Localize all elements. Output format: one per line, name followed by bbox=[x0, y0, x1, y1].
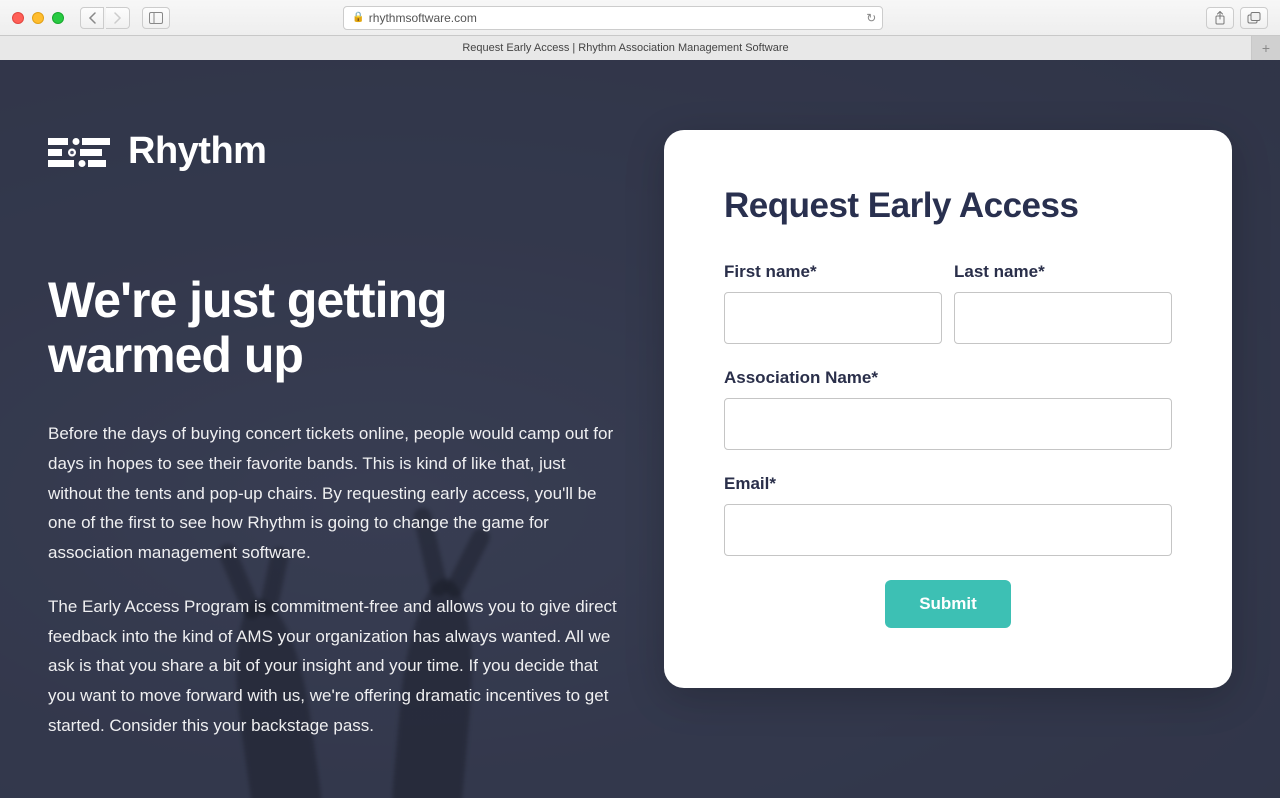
form-title: Request Early Access bbox=[724, 186, 1172, 226]
window-maximize-button[interactable] bbox=[52, 12, 64, 24]
form-row-association: Association Name* bbox=[724, 368, 1172, 450]
browser-toolbar: 🔒 rhythmsoftware.com ↻ bbox=[0, 0, 1280, 35]
left-column: Rhythm We're just getting warmed up Befo… bbox=[48, 130, 624, 765]
last-name-field-group: Last name* bbox=[954, 262, 1172, 344]
window-close-button[interactable] bbox=[12, 12, 24, 24]
back-button[interactable] bbox=[80, 7, 104, 29]
url-bar[interactable]: 🔒 rhythmsoftware.com ↻ bbox=[343, 6, 883, 30]
tab-title: Request Early Access | Rhythm Associatio… bbox=[462, 42, 788, 54]
email-field-group: Email* bbox=[724, 474, 1172, 556]
form-row-name: First name* Last name* bbox=[724, 262, 1172, 344]
share-button[interactable] bbox=[1206, 7, 1234, 29]
form-card: Request Early Access First name* Last na… bbox=[664, 130, 1232, 688]
association-field-group: Association Name* bbox=[724, 368, 1172, 450]
email-label: Email* bbox=[724, 474, 1172, 494]
right-column: Request Early Access First name* Last na… bbox=[664, 130, 1232, 765]
association-label: Association Name* bbox=[724, 368, 1172, 388]
reload-button[interactable]: ↻ bbox=[866, 11, 876, 25]
browser-tab[interactable]: Request Early Access | Rhythm Associatio… bbox=[0, 36, 1252, 60]
last-name-label: Last name* bbox=[954, 262, 1172, 282]
browser-chrome: 🔒 rhythmsoftware.com ↻ Request Early Acc… bbox=[0, 0, 1280, 60]
traffic-lights bbox=[12, 12, 64, 24]
first-name-label: First name* bbox=[724, 262, 942, 282]
intro-paragraph-1: Before the days of buying concert ticket… bbox=[48, 419, 624, 568]
association-field[interactable] bbox=[724, 398, 1172, 450]
logo: Rhythm bbox=[48, 130, 624, 173]
lock-icon: 🔒 bbox=[352, 12, 364, 23]
page-heading: We're just getting warmed up bbox=[48, 273, 624, 383]
email-field[interactable] bbox=[724, 504, 1172, 556]
window-minimize-button[interactable] bbox=[32, 12, 44, 24]
intro-paragraph-2: The Early Access Program is commitment-f… bbox=[48, 592, 624, 741]
logo-text: Rhythm bbox=[128, 130, 266, 173]
logo-icon bbox=[48, 132, 110, 172]
page-content: Rhythm We're just getting warmed up Befo… bbox=[0, 60, 1280, 798]
form-row-email: Email* bbox=[724, 474, 1172, 556]
submit-wrap: Submit bbox=[724, 580, 1172, 628]
first-name-field-group: First name* bbox=[724, 262, 942, 344]
forward-button[interactable] bbox=[106, 7, 130, 29]
submit-button[interactable]: Submit bbox=[885, 580, 1011, 628]
tabs-button[interactable] bbox=[1240, 7, 1268, 29]
url-text: rhythmsoftware.com bbox=[369, 11, 477, 25]
first-name-field[interactable] bbox=[724, 292, 942, 344]
right-controls bbox=[1206, 7, 1268, 29]
new-tab-button[interactable]: + bbox=[1252, 36, 1280, 60]
sidebar-toggle-button[interactable] bbox=[142, 7, 170, 29]
last-name-field[interactable] bbox=[954, 292, 1172, 344]
content-wrapper: Rhythm We're just getting warmed up Befo… bbox=[0, 60, 1280, 765]
nav-buttons bbox=[80, 7, 130, 29]
tab-bar: Request Early Access | Rhythm Associatio… bbox=[0, 35, 1280, 59]
